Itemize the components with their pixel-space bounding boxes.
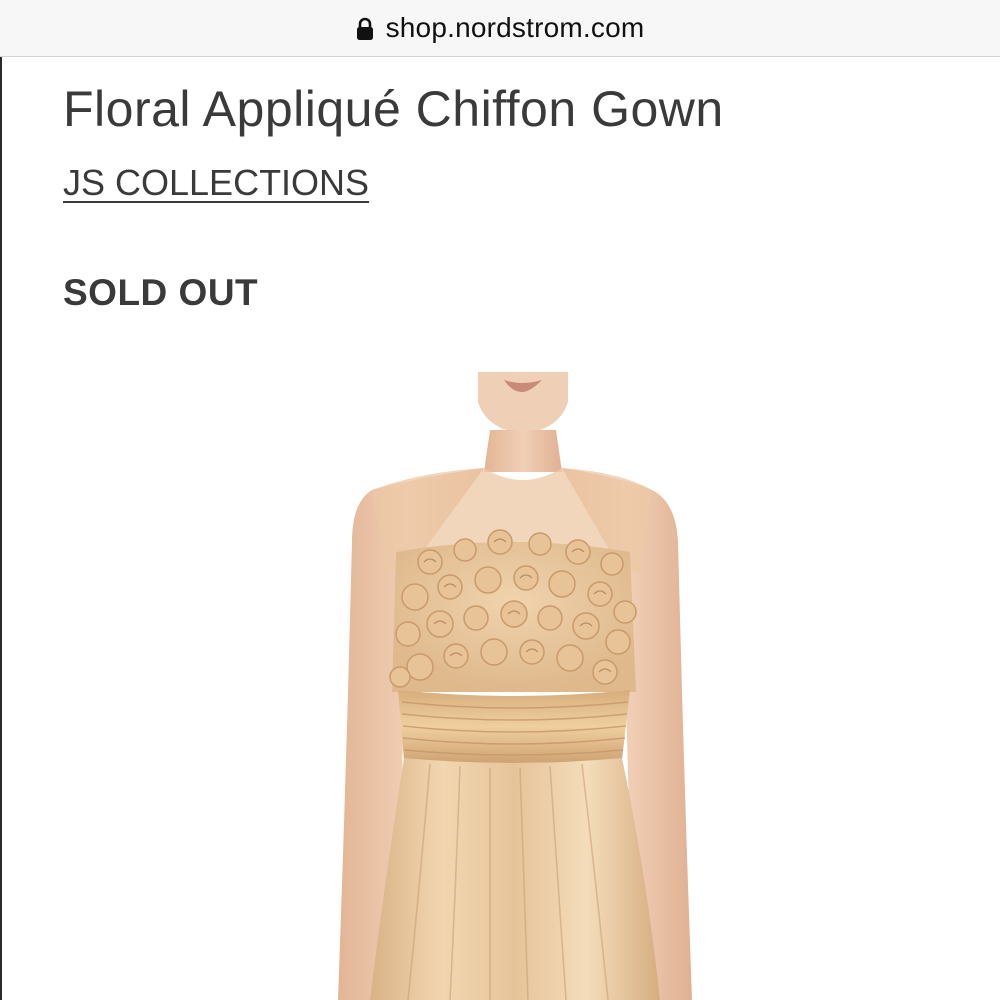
lock-icon bbox=[356, 17, 373, 40]
url-text: shop.nordstrom.com bbox=[385, 12, 645, 43]
brand-link[interactable]: JS COLLECTIONS bbox=[63, 162, 369, 204]
availability-status: SOLD OUT bbox=[63, 272, 259, 313]
browser-address-bar[interactable]: shop.nordstrom.com bbox=[0, 0, 1000, 57]
product-photo bbox=[338, 372, 692, 1000]
viewport-edge bbox=[0, 57, 2, 1000]
product-title: Floral Appliqué Chiffon Gown bbox=[63, 81, 724, 137]
product-page: shop.nordstrom.com Floral Appliqué Chiff… bbox=[0, 0, 1000, 1000]
product-image[interactable] bbox=[300, 372, 720, 1000]
